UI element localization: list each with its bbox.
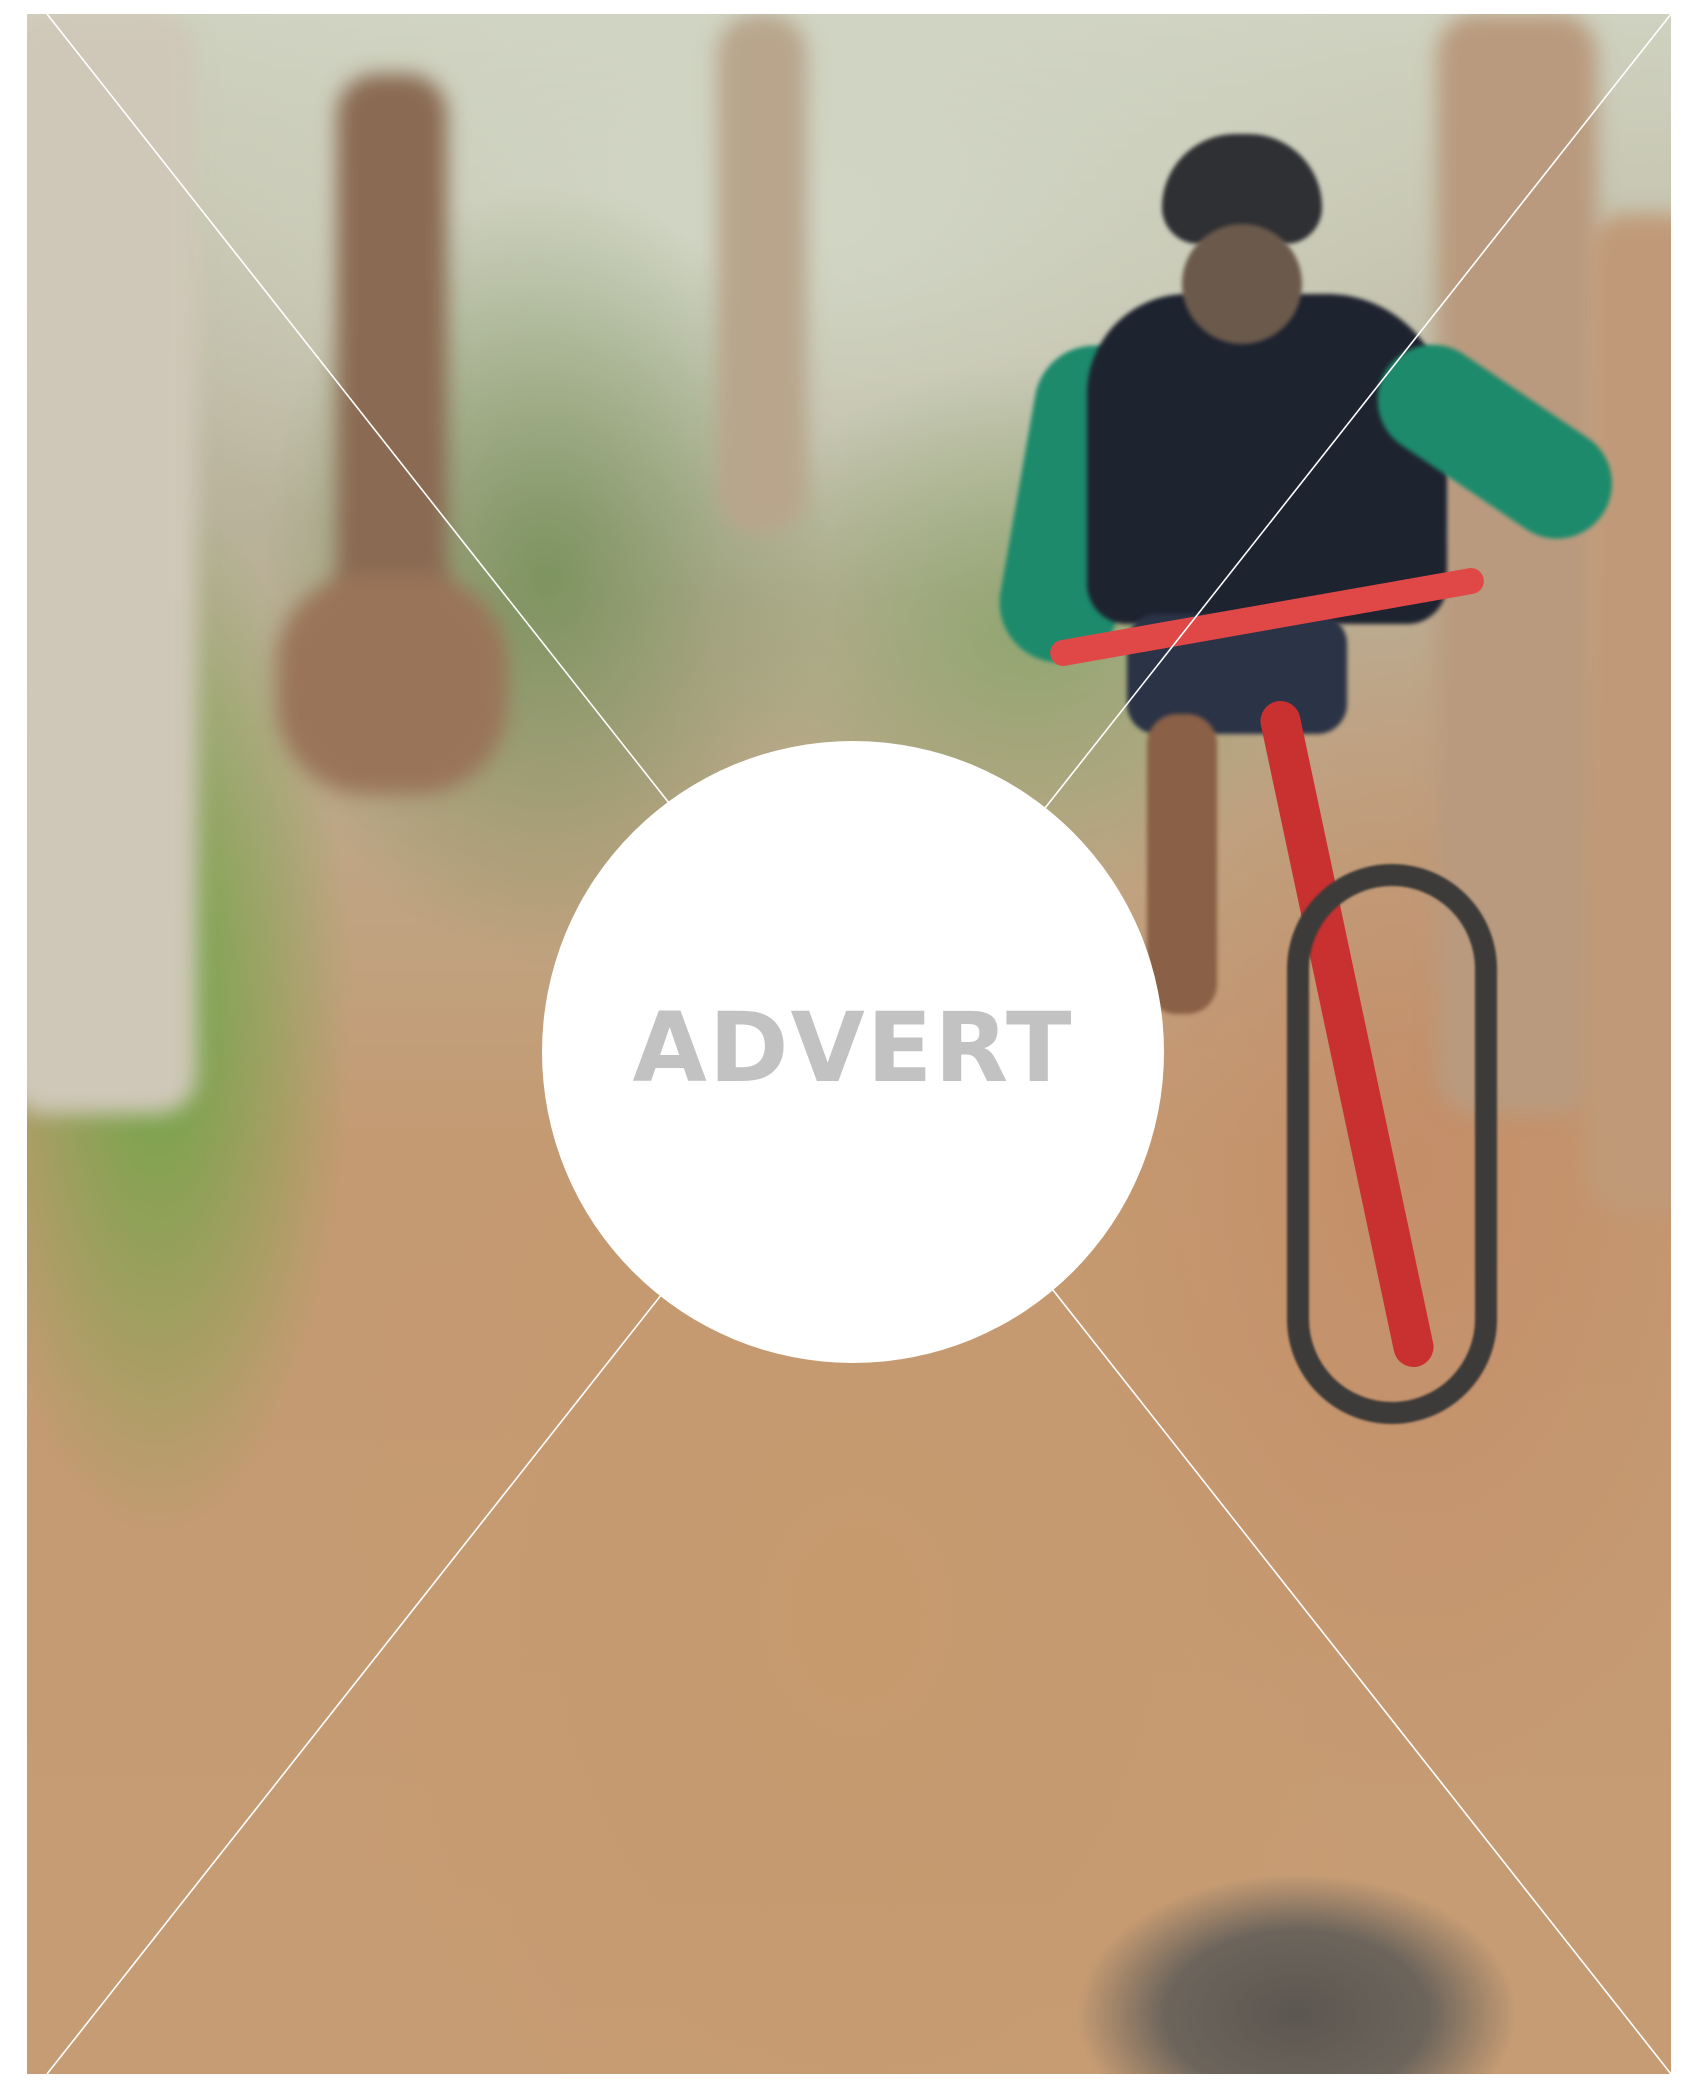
advert-placeholder[interactable]: ADVERT bbox=[27, 14, 1671, 2074]
advert-label: ADVERT bbox=[632, 992, 1074, 1104]
advert-badge: ADVERT bbox=[542, 741, 1164, 1363]
